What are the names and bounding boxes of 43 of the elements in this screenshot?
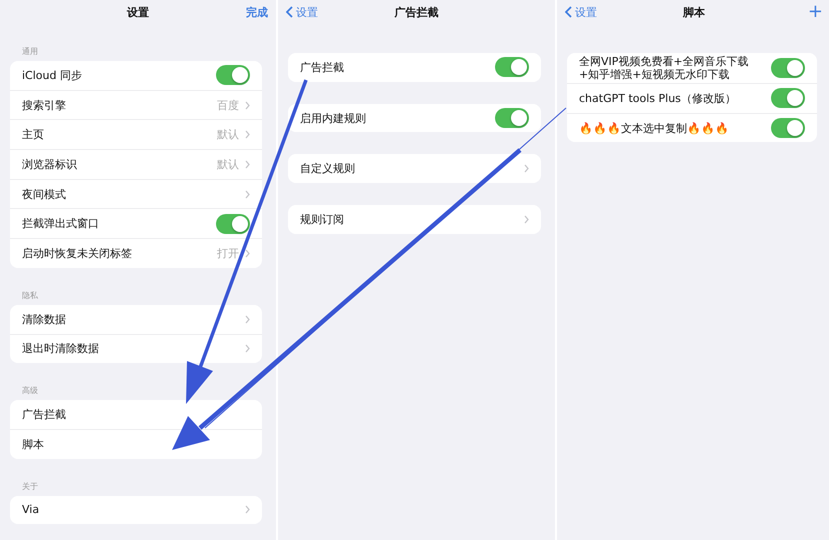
row-value: 默认 bbox=[217, 156, 239, 172]
row-label: 广告拦截 bbox=[22, 407, 67, 424]
section-header: 关于 bbox=[21, 480, 39, 493]
nav-title: 设置 bbox=[127, 4, 149, 20]
toggle-switch[interactable] bbox=[495, 57, 529, 78]
nav-title: 脚本 bbox=[683, 4, 705, 20]
back-link[interactable]: 设置 bbox=[296, 4, 318, 20]
row-label: 脚本 bbox=[22, 436, 45, 453]
toggle-switch[interactable] bbox=[771, 118, 805, 138]
back-link[interactable]: 设置 bbox=[575, 4, 597, 20]
section-header: 高级 bbox=[21, 385, 39, 398]
toggle-switch[interactable] bbox=[216, 214, 250, 234]
row-label: chatGPT tools Plus（修改版） bbox=[579, 90, 737, 107]
row-label: 全网VIP视频免费看+全网音乐下载+知乎增强+短视频无水印下载 bbox=[579, 54, 750, 83]
toggle-switch[interactable] bbox=[216, 65, 250, 86]
done-button[interactable]: 完成 bbox=[246, 4, 268, 20]
row-label: Via bbox=[22, 502, 40, 518]
add-button[interactable]: + bbox=[808, 3, 823, 21]
row-value: 百度 bbox=[217, 98, 239, 113]
row-label: iCloud 同步 bbox=[22, 68, 83, 84]
row-label: 启动时恢复未关闭标签 bbox=[22, 246, 133, 262]
row-label: 启用内建规则 bbox=[300, 110, 367, 127]
row-label: 搜索引擎 bbox=[22, 98, 67, 114]
section-header: 隐私 bbox=[21, 290, 39, 302]
row-label: 夜间模式 bbox=[22, 186, 67, 203]
row-label: 🔥🔥🔥文本选中复制🔥🔥🔥 bbox=[579, 120, 730, 137]
row-label: 规则订阅 bbox=[300, 212, 345, 228]
back-icon[interactable] bbox=[286, 6, 293, 18]
toggle-switch[interactable] bbox=[495, 108, 529, 128]
back-icon[interactable] bbox=[565, 6, 572, 18]
row-value: 打开 bbox=[217, 246, 239, 261]
row-label: 广告拦截 bbox=[300, 60, 345, 76]
nav-title: 广告拦截 bbox=[394, 4, 438, 20]
row-label: 主页 bbox=[22, 127, 45, 144]
row-value: 默认 bbox=[217, 127, 239, 142]
row-label: 拦截弹出式窗口 bbox=[22, 216, 100, 232]
row-label: 清除数据 bbox=[22, 312, 67, 328]
row-label: 退出时清除数据 bbox=[22, 341, 100, 358]
row-label: 自定义规则 bbox=[300, 161, 356, 178]
toggle-switch[interactable] bbox=[771, 88, 805, 108]
toggle-switch[interactable] bbox=[771, 58, 805, 78]
row-label: 浏览器标识 bbox=[22, 156, 78, 173]
section-header: 通用 bbox=[21, 46, 39, 58]
